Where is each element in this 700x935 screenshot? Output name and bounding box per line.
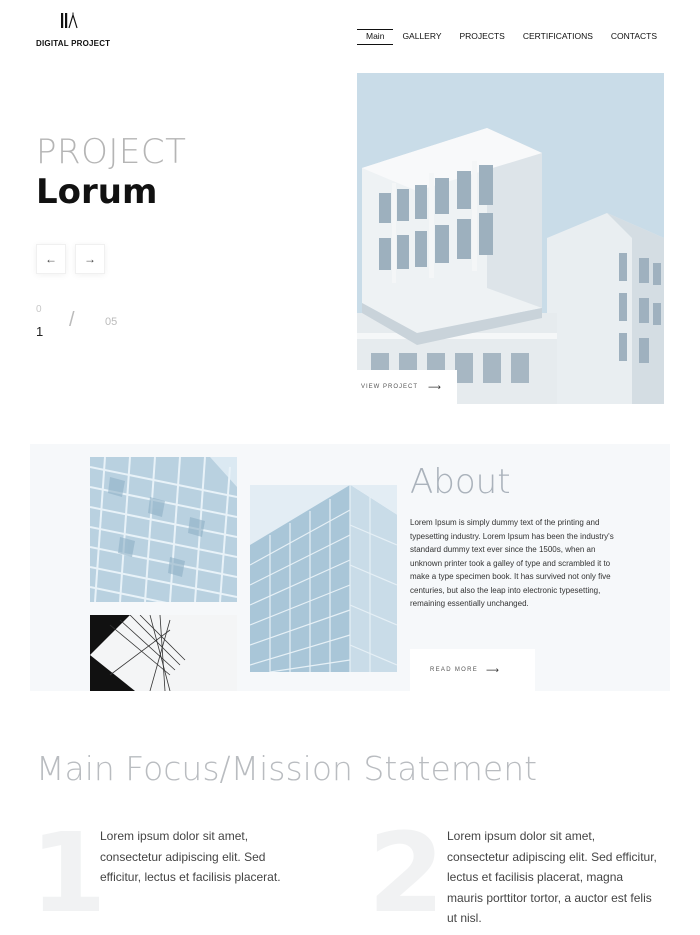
slide-counter: 0 1 / 05 [36, 304, 136, 344]
next-arrow-button[interactable]: → [75, 244, 105, 274]
mission-number-2: 2 [368, 809, 445, 935]
about-image-abstract-structure [90, 615, 237, 691]
counter-total: 05 [105, 316, 118, 328]
read-more-label: READ MORE [430, 667, 479, 673]
main-nav: Main GALLERY PROJECTS CERTIFICATIONS CON… [357, 29, 666, 45]
mission-text-2: Lorem ipsum dolor sit amet, consectetur … [447, 829, 657, 925]
nav-contacts[interactable]: CONTACTS [602, 29, 666, 45]
nav-gallery[interactable]: GALLERY [393, 29, 450, 45]
logo-icon [61, 12, 78, 29]
view-project-label: VIEW PROJECT [361, 384, 419, 390]
about-image-glass-facade [90, 457, 237, 602]
hero-building-image [357, 73, 664, 404]
arrow-right-icon: → [84, 252, 96, 266]
about-body-text: Lorem Ipsum is simply dummy text of the … [410, 518, 614, 608]
read-more-button[interactable]: READ MORE ⟶ [410, 649, 535, 691]
nav-certifications[interactable]: CERTIFICATIONS [514, 29, 602, 45]
mission-text-1: Lorem ipsum dolor sit amet, consectetur … [100, 829, 281, 884]
mission-title: Main Focus/Mission Statement [36, 749, 538, 788]
logo-text: DIGITAL PROJECT [36, 39, 111, 48]
arrow-right-icon: ⟶ [428, 381, 442, 392]
arrow-left-icon: ← [45, 252, 57, 266]
nav-projects[interactable]: PROJECTS [451, 29, 514, 45]
counter-separator: / [69, 309, 75, 331]
nav-main[interactable]: Main [357, 29, 394, 45]
arrow-right-icon: ⟶ [486, 664, 501, 675]
logo[interactable]: DIGITAL PROJECT [36, 12, 126, 52]
counter-previous: 0 [36, 304, 42, 315]
about-section: About Lorem Ipsum is simply dummy text o… [30, 444, 670, 691]
counter-current: 1 [36, 324, 44, 339]
about-heading: About [410, 462, 511, 502]
hero-title: Lorum [36, 172, 158, 212]
mission-number-1: 1 [30, 809, 107, 935]
about-image-glass-tower [250, 485, 397, 672]
view-project-button[interactable]: VIEW PROJECT ⟶ [357, 370, 457, 404]
prev-arrow-button[interactable]: ← [36, 244, 66, 274]
hero-pre-title: PROJECT [36, 132, 187, 172]
